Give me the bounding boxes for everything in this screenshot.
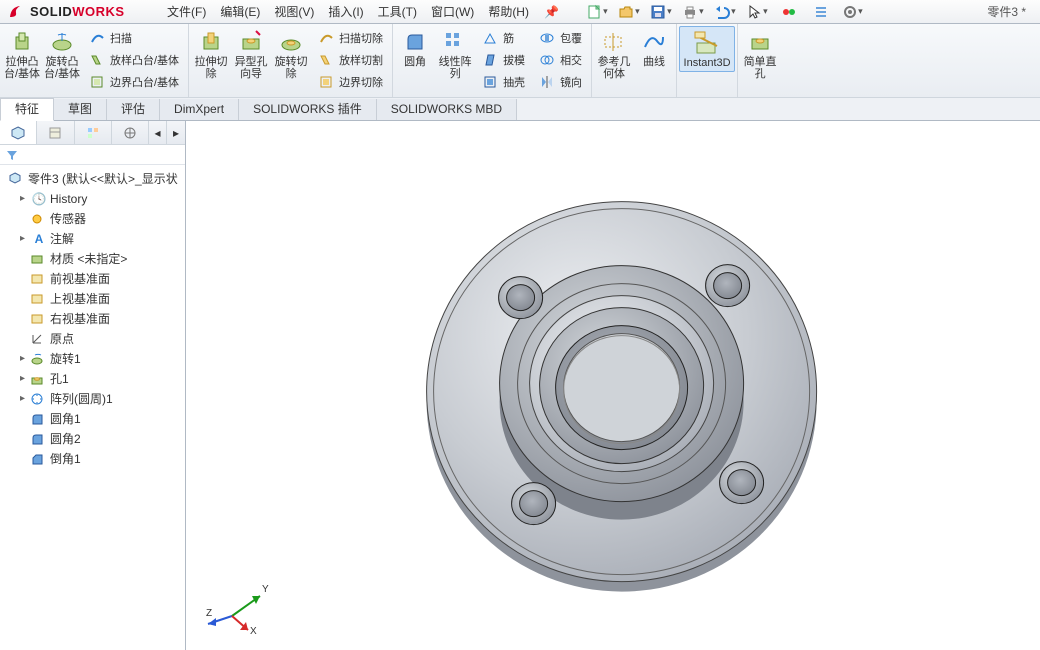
tree-right-plane[interactable]: 右视基准面 [2,309,183,329]
ribbon-group-cut: 拉伸切除 异型孔向导 旋转切除 扫描切除 放样切割 边界切除 [189,24,393,97]
simple-hole-button[interactable]: 简单直孔 [740,26,780,82]
rebuild-icon[interactable] [775,2,803,22]
tree-fillet1[interactable]: 圆角1 [2,409,183,429]
menu-bar: SOLIDWORKS 文件(F) 编辑(E) 视图(V) 插入(I) 工具(T)… [0,0,1040,24]
ribbon-group-instant3d: Instant3D [677,24,738,97]
command-tabs: 特征 草图 评估 DimXpert SOLIDWORKS 插件 SOLIDWOR… [0,98,1040,120]
shell-button[interactable]: 抽壳 [479,71,528,93]
fm-tab-left-icon[interactable]: ◂ [149,121,167,144]
feature-tree: 零件3 (默认<<默认>_显示状 ▸🕓History 传感器 ▸A注解 材质 <… [0,165,185,650]
menu-tools[interactable]: 工具(T) [371,0,424,24]
menu-view[interactable]: 视图(V) [267,0,321,24]
pin-icon[interactable]: 📌 [536,5,567,19]
triad-y: Y [262,584,269,595]
tree-sensors[interactable]: 传感器 [2,209,183,229]
extrude-cut-button[interactable]: 拉伸切除 [191,26,231,94]
quick-access-toolbar: ▾ ▾ ▾ ▾ ▾ ▾ ▾ [583,2,867,22]
triad-x: X [250,626,257,636]
ribbon-group-reference: 参考几何体 曲线 [592,24,677,97]
mirror-button[interactable]: 镜向 [536,71,585,93]
document-title: 零件3 * [973,3,1040,20]
fm-tab-tree-icon[interactable] [0,121,37,144]
tree-history[interactable]: ▸🕓History [2,189,183,209]
view-triad[interactable]: Z Y X [204,572,274,636]
sweep-boss-button[interactable]: 扫描 [86,27,182,49]
revolve-boss-button[interactable]: 旋转凸台/基体 [42,26,82,94]
extrude-boss-button[interactable]: 拉伸凸台/基体 [2,26,42,94]
hole-wizard-button[interactable]: 异型孔向导 [231,26,271,94]
tab-dimxpert[interactable]: DimXpert [160,99,239,120]
tab-features[interactable]: 特征 [0,98,54,121]
tree-material[interactable]: 材质 <未指定> [2,249,183,269]
reference-geometry-button[interactable]: 参考几何体 [594,26,634,82]
sweep-cut-button[interactable]: 扫描切除 [315,27,386,49]
tree-annotations[interactable]: ▸A注解 [2,229,183,249]
tree-top-plane[interactable]: 上视基准面 [2,289,183,309]
fm-tab-dimxpert-icon[interactable] [112,121,149,144]
main-area: ◂ ▸ 零件3 (默认<<默认>_显示状 ▸🕓History 传感器 ▸A注解 … [0,121,1040,650]
print-icon[interactable]: ▾ [679,2,707,22]
intersect-button[interactable]: 相交 [536,49,585,71]
settings-gear-icon[interactable]: ▾ [839,2,867,22]
tab-sketch[interactable]: 草图 [54,99,107,120]
app-logo[interactable]: SOLIDWORKS [0,2,160,22]
menu-file[interactable]: 文件(F) [160,0,213,24]
undo-icon[interactable]: ▾ [711,2,739,22]
brand-works: WORKS [72,4,124,19]
tree-chamfer1[interactable]: 倒角1 [2,449,183,469]
tree-origin[interactable]: 原点 [2,329,183,349]
menu-edit[interactable]: 编辑(E) [213,0,267,24]
draft-button[interactable]: 拔模 [479,49,528,71]
curves-button[interactable]: 曲线 [634,26,674,82]
revolve-cut-button[interactable]: 旋转切除 [271,26,311,94]
tree-revolve1[interactable]: ▸旋转1 [2,349,183,369]
tab-sw-plugins[interactable]: SOLIDWORKS 插件 [239,99,377,120]
menu-help[interactable]: 帮助(H) [481,0,536,24]
filter-icon [6,149,18,161]
save-icon[interactable]: ▾ [647,2,675,22]
boundary-boss-button[interactable]: 边界凸台/基体 [86,71,182,93]
triad-z: Z [206,608,212,619]
boundary-cut-button[interactable]: 边界切除 [315,71,386,93]
fillet-button[interactable]: 圆角 [395,26,435,94]
cursor-icon[interactable]: ▾ [743,2,771,22]
3d-viewport[interactable]: Z Y X [186,121,1040,650]
fm-tab-right-icon[interactable]: ▸ [167,121,185,144]
brand-solid: SOLID [30,4,72,19]
filter-bar[interactable] [0,145,185,165]
ribbon-group-boss: 拉伸凸台/基体 旋转凸台/基体 扫描 放样凸台/基体 边界凸台/基体 [0,24,189,97]
loft-boss-button[interactable]: 放样凸台/基体 [86,49,182,71]
tab-evaluate[interactable]: 评估 [107,99,160,120]
tab-sw-mbd[interactable]: SOLIDWORKS MBD [377,99,517,120]
fm-tab-config-icon[interactable] [75,121,112,144]
model-flange [407,179,837,609]
tree-hole1[interactable]: ▸孔1 [2,369,183,389]
options-list-icon[interactable] [807,2,835,22]
loft-cut-button[interactable]: 放样切割 [315,49,386,71]
feature-manager-pane: ◂ ▸ 零件3 (默认<<默认>_显示状 ▸🕓History 传感器 ▸A注解 … [0,121,186,650]
menu-window[interactable]: 窗口(W) [424,0,481,24]
wrap-button[interactable]: 包覆 [536,27,585,49]
linear-pattern-button[interactable]: 线性阵列 [435,26,475,94]
ribbon: 拉伸凸台/基体 旋转凸台/基体 扫描 放样凸台/基体 边界凸台/基体 [0,24,1040,121]
tree-circpattern1[interactable]: ▸阵列(圆周)1 [2,389,183,409]
menu-insert[interactable]: 插入(I) [321,0,370,24]
instant3d-button[interactable]: Instant3D [679,26,735,72]
open-icon[interactable]: ▾ [615,2,643,22]
tree-front-plane[interactable]: 前视基准面 [2,269,183,289]
fm-tab-property-icon[interactable] [37,121,74,144]
rib-button[interactable]: 筋 [479,27,528,49]
ribbon-group-features: 圆角 线性阵列 筋 拔模 抽壳 包覆 相交 镜向 [393,24,592,97]
tree-fillet2[interactable]: 圆角2 [2,429,183,449]
ribbon-group-simplehole: 简单直孔 [738,24,782,97]
new-icon[interactable]: ▾ [583,2,611,22]
tree-root[interactable]: 零件3 (默认<<默认>_显示状 [2,169,183,189]
